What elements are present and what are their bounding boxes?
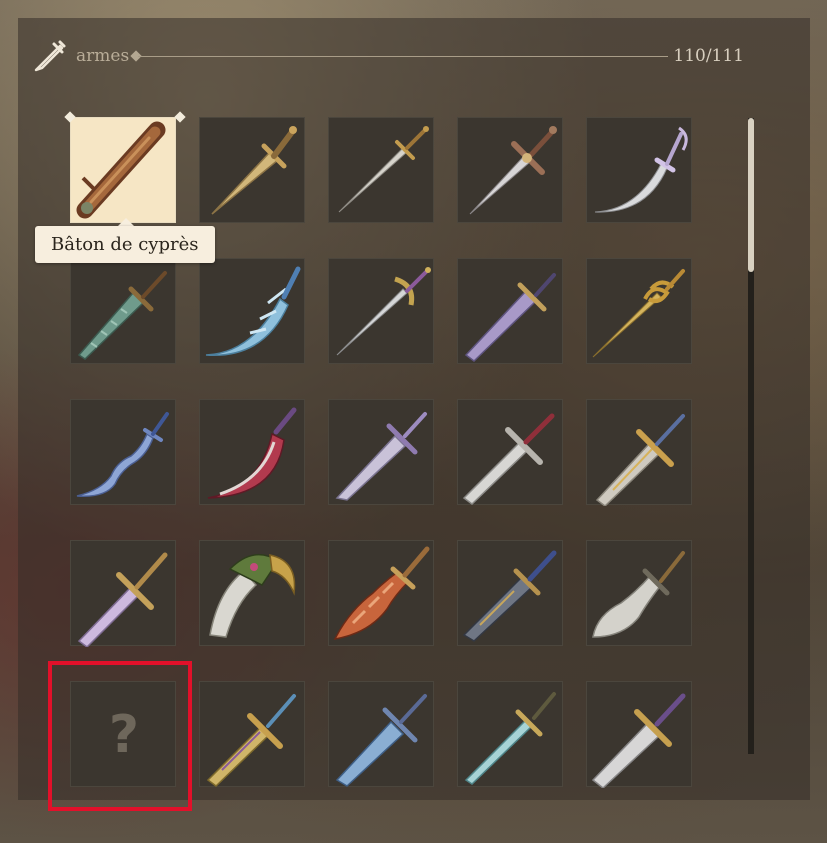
grid-cell[interactable] bbox=[586, 399, 692, 506]
cross-guard-sword-icon bbox=[469, 126, 557, 215]
grid-cell[interactable] bbox=[70, 117, 176, 223]
grid-cell[interactable] bbox=[457, 540, 563, 646]
crimson-curved-blade-icon bbox=[207, 407, 297, 499]
grid-cell[interactable] bbox=[457, 681, 563, 787]
grid-cell[interactable] bbox=[328, 258, 434, 364]
grid-cell[interactable] bbox=[70, 399, 176, 505]
grid-cell[interactable] bbox=[199, 117, 305, 223]
grid-cell[interactable] bbox=[199, 681, 305, 787]
basket-hilt-rapier-icon bbox=[336, 267, 431, 356]
locked-item-highlight bbox=[48, 661, 192, 811]
ornate-gold-sword-icon bbox=[206, 694, 296, 787]
scrollbar-thumb[interactable] bbox=[748, 118, 754, 272]
collection-header: armes 110/111 bbox=[30, 36, 750, 76]
grid-cell[interactable] bbox=[457, 117, 563, 223]
grid-cell[interactable] bbox=[586, 117, 692, 223]
grid-cell[interactable] bbox=[586, 258, 692, 364]
wavy-blue-blade-icon bbox=[76, 412, 169, 497]
category-label: armes bbox=[76, 46, 130, 66]
teal-rapier-icon bbox=[464, 692, 556, 785]
item-tooltip: Bâton de cyprès bbox=[35, 226, 215, 263]
steel-blue-sword-icon bbox=[335, 694, 427, 787]
grid-cell[interactable] bbox=[199, 540, 305, 646]
grid-cell[interactable] bbox=[586, 681, 692, 788]
dark-notched-blade-icon bbox=[462, 550, 557, 642]
cleaver-sword-icon bbox=[592, 551, 685, 638]
lavender-longsword-icon bbox=[77, 552, 168, 647]
horned-green-blade-icon bbox=[209, 553, 296, 638]
silver-broadsword-icon bbox=[591, 693, 686, 788]
ruby-longsword-icon bbox=[462, 413, 555, 505]
golden-cross-sword-icon bbox=[595, 414, 685, 506]
grid-cell[interactable] bbox=[457, 258, 563, 364]
flame-blade-icon bbox=[333, 546, 430, 640]
progress-line bbox=[138, 56, 668, 57]
grid-cell[interactable] bbox=[328, 399, 434, 505]
violet-broadsword-icon bbox=[464, 273, 556, 362]
tooltip-arrow bbox=[118, 218, 134, 226]
grid-cell[interactable] bbox=[328, 681, 434, 787]
grid-cell[interactable] bbox=[586, 540, 692, 646]
grid-cell[interactable] bbox=[70, 258, 176, 364]
grid-cell[interactable] bbox=[199, 258, 305, 364]
grid-cell[interactable] bbox=[70, 540, 176, 647]
ice-crystal-blade-icon bbox=[205, 266, 301, 356]
golden-dagger-icon bbox=[211, 126, 297, 215]
progress-count: 110/111 bbox=[673, 46, 744, 66]
wooden-staff-icon bbox=[76, 121, 166, 219]
spiral-golden-rapier-icon bbox=[592, 269, 685, 358]
ribboned-scimitar-icon bbox=[594, 126, 688, 213]
sword-icon bbox=[30, 36, 70, 76]
grid-cell[interactable] bbox=[457, 399, 563, 505]
grid-cell[interactable] bbox=[199, 399, 305, 505]
lilac-scimitar-icon bbox=[335, 412, 427, 501]
jade-serrated-blade-icon bbox=[77, 271, 167, 360]
grid-cell[interactable] bbox=[328, 117, 434, 223]
grid-cell[interactable] bbox=[328, 540, 434, 646]
slim-sword-icon bbox=[338, 126, 429, 213]
